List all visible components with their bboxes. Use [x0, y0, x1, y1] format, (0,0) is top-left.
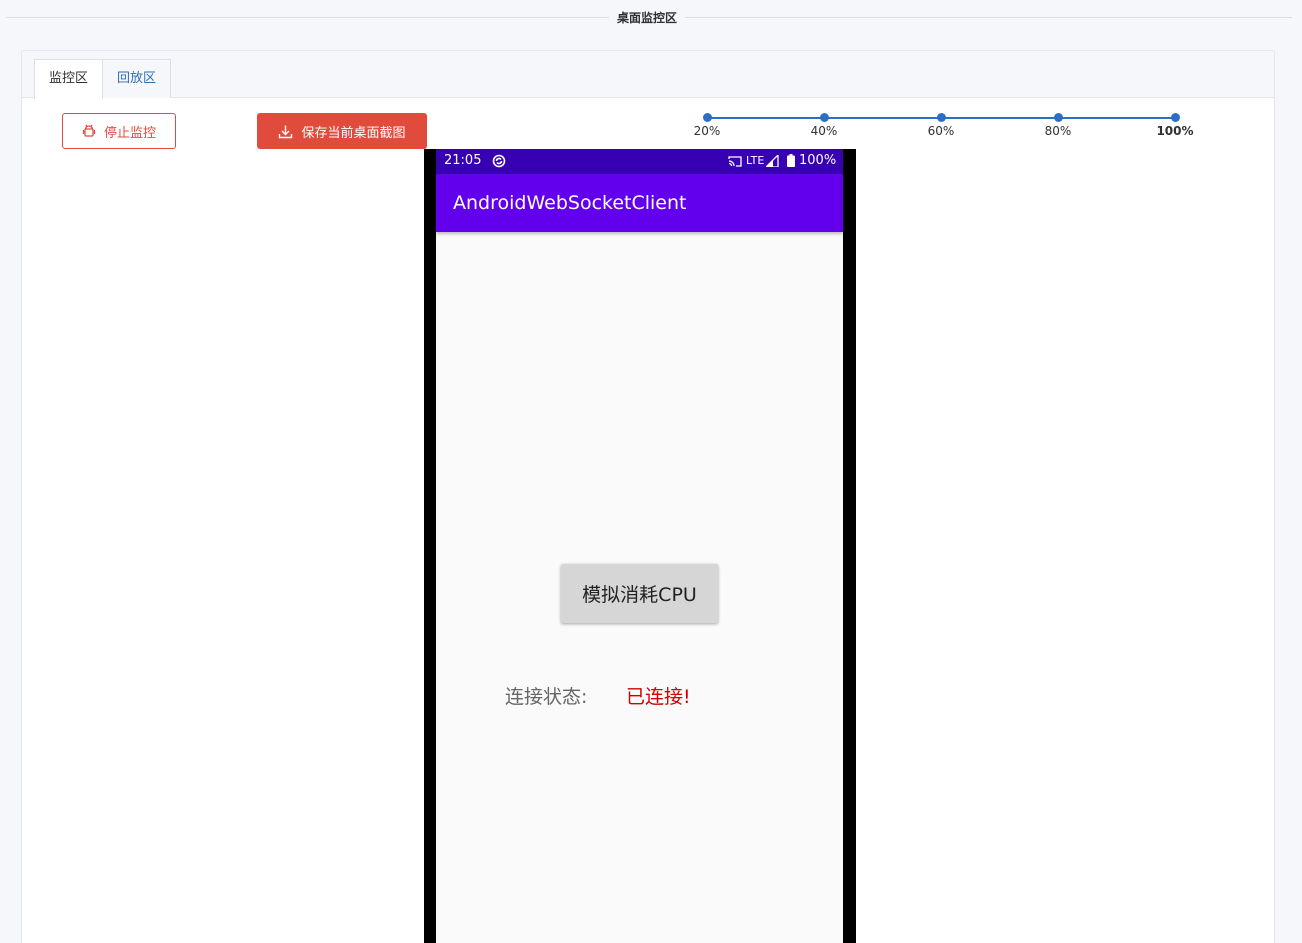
app-title-bar: AndroidWebSocketClient	[436, 174, 843, 232]
slider-stop-20[interactable]	[703, 113, 712, 122]
simulate-cpu-button[interactable]: 模拟消耗CPU	[561, 564, 718, 623]
battery-icon	[787, 154, 795, 171]
slider-stop-80[interactable]	[1054, 113, 1063, 122]
stop-monitor-label: 停止监控	[103, 125, 156, 141]
slider-label-60: 60%	[927, 124, 955, 138]
android-icon	[82, 124, 96, 138]
battery-level: 100%	[799, 153, 837, 168]
section-title: 桌面监控区	[609, 10, 686, 26]
signal-icon	[764, 153, 779, 171]
tab-monitor[interactable]: 监控区	[34, 59, 103, 99]
slider-stop-60[interactable]	[937, 113, 946, 122]
connection-status-label: 连接状态:	[505, 686, 588, 708]
remote-desktop-view[interactable]: 21:05 LTE 100% AndroidWebSocketClient 模拟…	[424, 149, 856, 943]
slider-stop-40[interactable]	[820, 113, 829, 122]
status-time: 21:05	[444, 153, 482, 168]
save-screenshot-button[interactable]: 保存当前桌面截图	[257, 113, 427, 149]
save-screenshot-label: 保存当前桌面截图	[301, 125, 406, 141]
tabs-bar: 监控区 回放区	[22, 51, 1274, 99]
phone-screen[interactable]: 21:05 LTE 100% AndroidWebSocketClient 模拟…	[436, 149, 843, 943]
slider-stop-100[interactable]	[1171, 113, 1180, 122]
connection-status-value: 已连接!	[626, 686, 691, 708]
sync-icon	[492, 154, 506, 172]
slider-label-80: 80%	[1044, 124, 1072, 138]
slider-label-100: 100%	[1156, 124, 1194, 138]
tab-playback[interactable]: 回放区	[102, 59, 171, 98]
stop-monitor-button[interactable]: 停止监控	[62, 113, 176, 149]
network-type: LTE	[746, 154, 765, 167]
phone-status-bar: 21:05 LTE 100%	[436, 149, 843, 174]
slider-label-40: 40%	[810, 124, 838, 138]
cast-icon	[728, 156, 742, 171]
download-icon	[278, 124, 293, 139]
slider-label-20: 20%	[693, 124, 721, 138]
